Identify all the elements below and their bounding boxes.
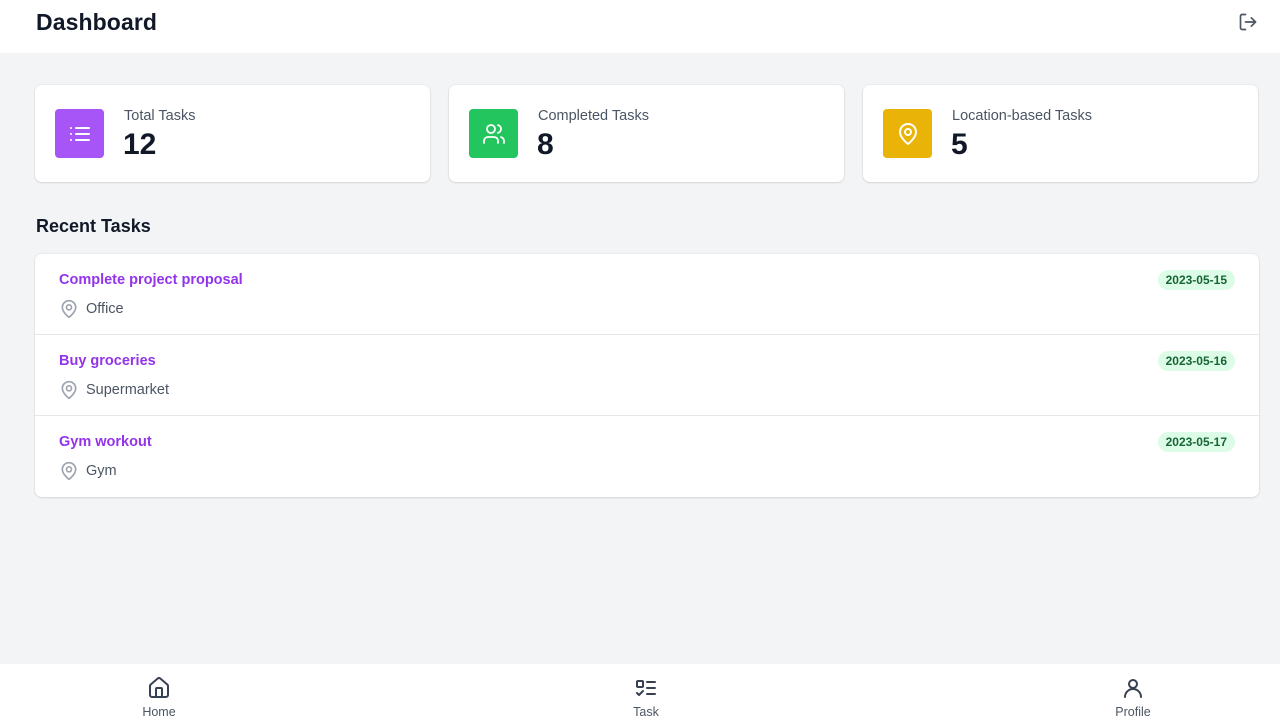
task-row[interactable]: Buy groceries Supermarket 2023-05-16 [35, 335, 1259, 416]
task-location: Supermarket [59, 379, 169, 401]
nav-label-profile: Profile [1115, 705, 1151, 719]
task-list-icon [636, 680, 656, 696]
stat-card-total-tasks: Total Tasks 12 [35, 85, 430, 182]
user-icon [1124, 679, 1142, 698]
recent-task-list: Complete project proposal Office 2023-05… [35, 254, 1259, 497]
stat-value: 12 [123, 128, 157, 161]
bottom-nav: Home Task Profile [0, 664, 1280, 724]
map-pin-icon [61, 461, 77, 481]
home-icon [149, 677, 169, 698]
map-pin-icon [61, 380, 77, 400]
task-row[interactable]: Complete project proposal Office 2023-05… [35, 254, 1259, 335]
task-title[interactable]: Gym workout [59, 434, 152, 450]
stat-label: Completed Tasks [538, 108, 649, 124]
task-title[interactable]: Complete project proposal [59, 272, 243, 288]
stat-label: Location-based Tasks [952, 108, 1092, 124]
stats-row: Total Tasks 12 Completed Tasks 8 Locatio… [35, 85, 1259, 182]
top-header: Dashboard [0, 0, 1280, 53]
nav-item-profile[interactable]: Profile [1088, 664, 1178, 724]
stat-label: Total Tasks [124, 108, 196, 124]
nav-item-task[interactable]: Task [601, 664, 691, 724]
date-badge: 2023-05-16 [1157, 351, 1235, 371]
task-location-text: Office [86, 301, 124, 317]
logout-icon [1239, 13, 1257, 31]
nav-label-task: Task [633, 705, 659, 719]
task-location: Office [59, 298, 124, 320]
stat-value: 5 [951, 128, 968, 161]
page-title: Dashboard [36, 9, 158, 35]
stat-icon-bg [55, 109, 104, 158]
task-row[interactable]: Gym workout Gym 2023-05-17 [35, 416, 1259, 497]
stat-icon-bg [883, 109, 932, 158]
nav-label-home: Home [142, 705, 176, 719]
map-pin-icon [61, 299, 77, 319]
stat-icon-bg [469, 109, 518, 158]
task-title[interactable]: Buy groceries [59, 353, 156, 369]
section-title-recent-tasks: Recent Tasks [36, 216, 151, 236]
list-icon [69, 126, 90, 141]
stat-card-location-tasks: Location-based Tasks 5 [863, 85, 1258, 182]
date-badge: 2023-05-15 [1157, 270, 1235, 290]
stat-value: 8 [537, 128, 554, 161]
users-icon [482, 123, 505, 144]
stat-card-completed-tasks: Completed Tasks 8 [449, 85, 844, 182]
nav-item-home[interactable]: Home [114, 664, 204, 724]
logout-button[interactable] [1236, 10, 1260, 34]
task-location: Gym [59, 460, 117, 482]
task-location-text: Supermarket [86, 382, 170, 398]
task-location-text: Gym [86, 463, 117, 479]
map-pin-icon [898, 122, 917, 145]
date-badge: 2023-05-17 [1157, 432, 1235, 452]
